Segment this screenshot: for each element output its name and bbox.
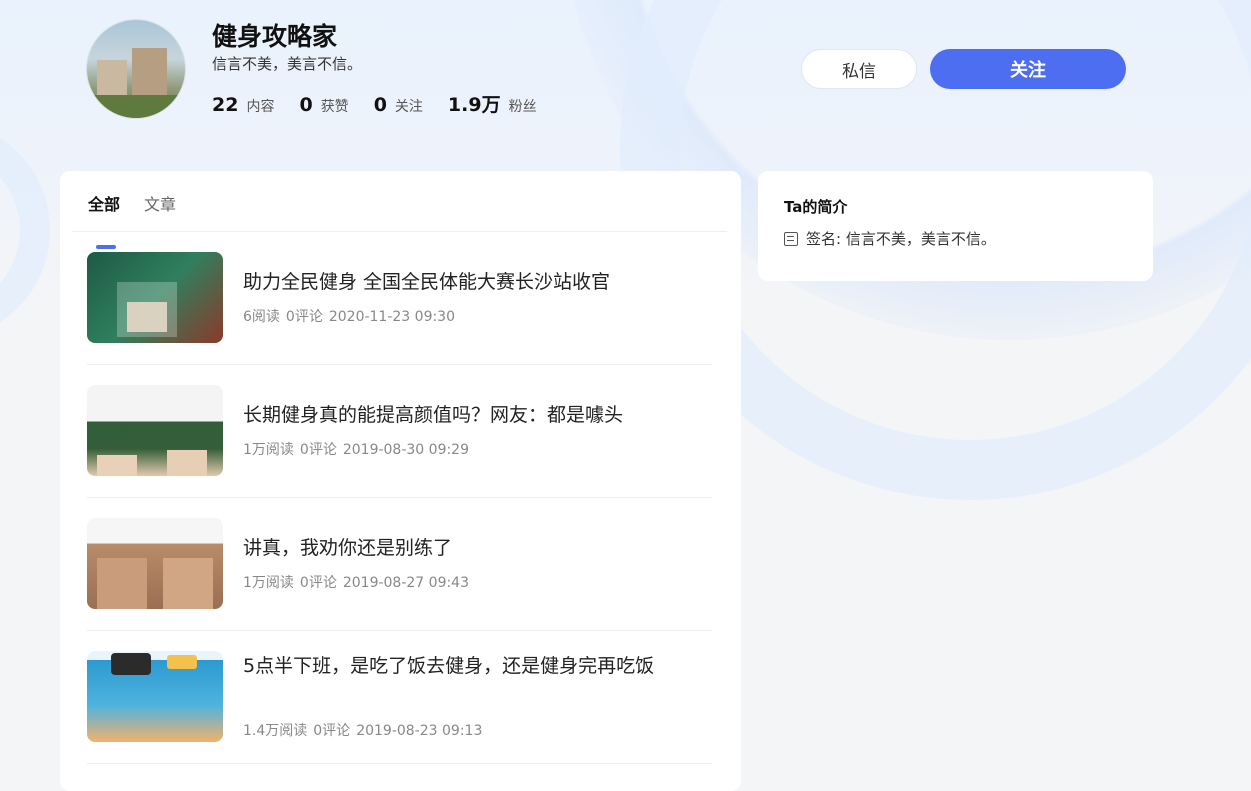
article-item[interactable]: 长期健身真的能提高颜值吗？网友：都是噱头 1万阅读 0评论 2019-08-30 0… <box>87 365 712 498</box>
intro-card: Ta的简介 签名: 信言不美，美言不信。 <box>758 171 1153 281</box>
tab-all[interactable]: 全部 <box>88 191 121 249</box>
profile-name: 健身攻略家 <box>212 22 338 51</box>
article-meta: 1万阅读 0评论 2019-08-30 09:29 <box>243 439 475 459</box>
stat-label: 粉丝 <box>508 99 537 115</box>
article-date: 2019-08-27 09:43 <box>342 575 470 591</box>
message-button[interactable]: 私信 <box>801 49 917 89</box>
article-thumbnail[interactable] <box>87 385 223 476</box>
article-comments: 0评论 <box>299 442 337 458</box>
profile-stats: 22 内容 0 获赞 0 关注 1.9万 粉丝 <box>212 90 562 117</box>
tab-label: 全部 <box>88 195 121 214</box>
article-item[interactable]: 助力全民健身 全国全民体能大赛长沙站收官 6阅读 0评论 2020-11-23 09… <box>87 232 712 365</box>
article-comments: 0评论 <box>313 723 351 739</box>
content-card: 全部 文章 助力全民健身 全国全民体能大赛长沙站收官 6阅读 0评论 2020-11… <box>60 171 741 791</box>
article-item[interactable]: 5点半下班，是吃了饭去健身，还是健身完再吃饭 1.4万阅读 0评论 2019-08-… <box>87 631 712 764</box>
article-date: 2019-08-30 09:29 <box>342 442 470 458</box>
intro-signature: 签名: 信言不美，美言不信。 <box>784 228 996 249</box>
article-title[interactable]: 讲真，我劝你还是别练了 <box>243 533 673 563</box>
article-reads: 1.4万阅读 <box>243 723 308 739</box>
stat-number: 22 <box>212 94 239 116</box>
stat-number: 0 <box>299 94 313 116</box>
article-comments: 0评论 <box>299 575 337 591</box>
content-tabs: 全部 文章 <box>88 191 200 249</box>
stat-likes: 0 获赞 <box>299 94 348 116</box>
article-thumbnail[interactable] <box>87 252 223 343</box>
stat-following[interactable]: 0 关注 <box>374 94 423 116</box>
avatar[interactable] <box>86 19 186 119</box>
article-meta: 1万阅读 0评论 2019-08-27 09:43 <box>243 572 475 592</box>
article-meta: 1.4万阅读 0评论 2019-08-23 09:13 <box>243 720 488 740</box>
article-reads: 1万阅读 <box>243 575 294 591</box>
article-title[interactable]: 助力全民健身 全国全民体能大赛长沙站收官 <box>243 267 673 297</box>
article-list: 助力全民健身 全国全民体能大赛长沙站收官 6阅读 0评论 2020-11-23 09… <box>87 232 712 764</box>
intro-title: Ta的简介 <box>784 198 848 216</box>
stat-content[interactable]: 22 内容 <box>212 94 274 116</box>
profile-header: 健身攻略家 信言不美，美言不信。 22 内容 0 获赞 0 关注 1.9万 粉丝… <box>0 0 1251 160</box>
stat-number: 1.9万 <box>447 94 501 116</box>
stat-number: 0 <box>373 94 387 116</box>
stat-fans[interactable]: 1.9万 粉丝 <box>448 90 537 117</box>
article-meta: 6阅读 0评论 2020-11-23 09:30 <box>243 306 461 326</box>
article-thumbnail[interactable] <box>87 518 223 609</box>
stat-label: 关注 <box>394 99 423 115</box>
follow-button[interactable]: 关注 <box>930 49 1126 89</box>
article-comments: 0评论 <box>285 309 323 325</box>
article-reads: 1万阅读 <box>243 442 294 458</box>
article-date: 2020-11-23 09:30 <box>328 309 456 325</box>
stat-label: 内容 <box>246 99 275 115</box>
tab-label: 文章 <box>144 195 177 214</box>
article-title[interactable]: 长期健身真的能提高颜值吗？网友：都是噱头 <box>243 400 673 430</box>
tab-articles[interactable]: 文章 <box>144 191 176 227</box>
intro-signature-text: 签名: 信言不美，美言不信。 <box>806 230 996 248</box>
article-thumbnail[interactable] <box>87 651 223 742</box>
article-title[interactable]: 5点半下班，是吃了饭去健身，还是健身完再吃饭 <box>243 651 673 681</box>
stat-label: 获赞 <box>320 99 349 115</box>
profile-signature: 信言不美，美言不信。 <box>212 55 363 73</box>
article-date: 2019-08-23 09:13 <box>356 723 483 739</box>
article-item[interactable]: 讲真，我劝你还是别练了 1万阅读 0评论 2019-08-27 09:43 <box>87 498 712 631</box>
article-reads: 6阅读 <box>243 309 280 325</box>
note-icon <box>784 231 798 246</box>
